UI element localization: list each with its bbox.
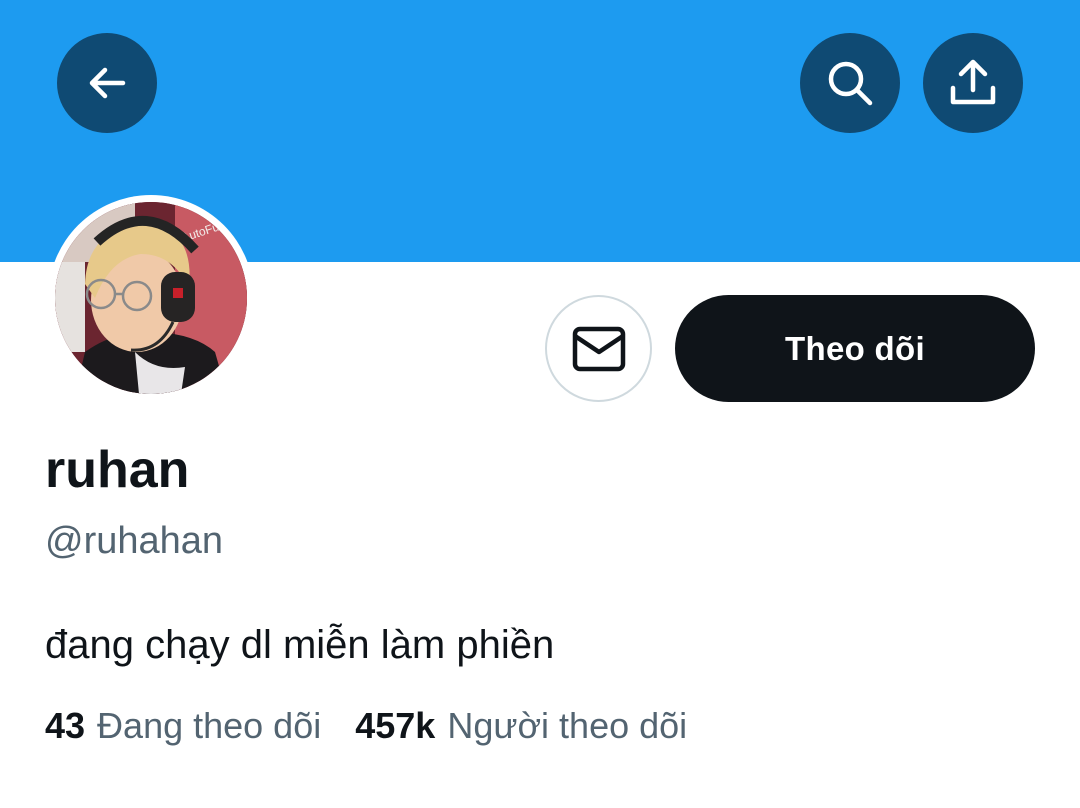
arrow-left-icon [89, 67, 126, 99]
avatar[interactable]: AutoFull [55, 202, 247, 394]
profile-bio: đang chạy dl miễn làm phiền [45, 623, 555, 667]
following-stat[interactable]: 43 Đang theo dõi [45, 705, 321, 747]
followers-stat[interactable]: 457k Người theo dõi [355, 705, 687, 747]
envelope-icon [572, 326, 625, 371]
back-button[interactable] [57, 33, 157, 133]
followers-label: Người theo dõi [447, 705, 688, 746]
profile-stats: 43 Đang theo dõi 457k Người theo dõi [45, 705, 687, 747]
followers-count: 457k [355, 705, 436, 746]
follow-button[interactable]: Theo dõi [675, 295, 1035, 402]
search-button[interactable] [800, 33, 900, 133]
display-name: ruhan [45, 441, 190, 499]
message-button[interactable] [545, 295, 652, 402]
user-handle: @ruhahan [45, 520, 224, 562]
following-label: Đang theo dõi [97, 705, 322, 746]
share-button[interactable] [923, 33, 1023, 133]
avatar-photo: AutoFull [55, 202, 247, 394]
following-count: 43 [45, 705, 86, 746]
avatar-ring: AutoFull [48, 195, 254, 401]
search-icon [828, 61, 873, 106]
share-icon [950, 59, 996, 105]
